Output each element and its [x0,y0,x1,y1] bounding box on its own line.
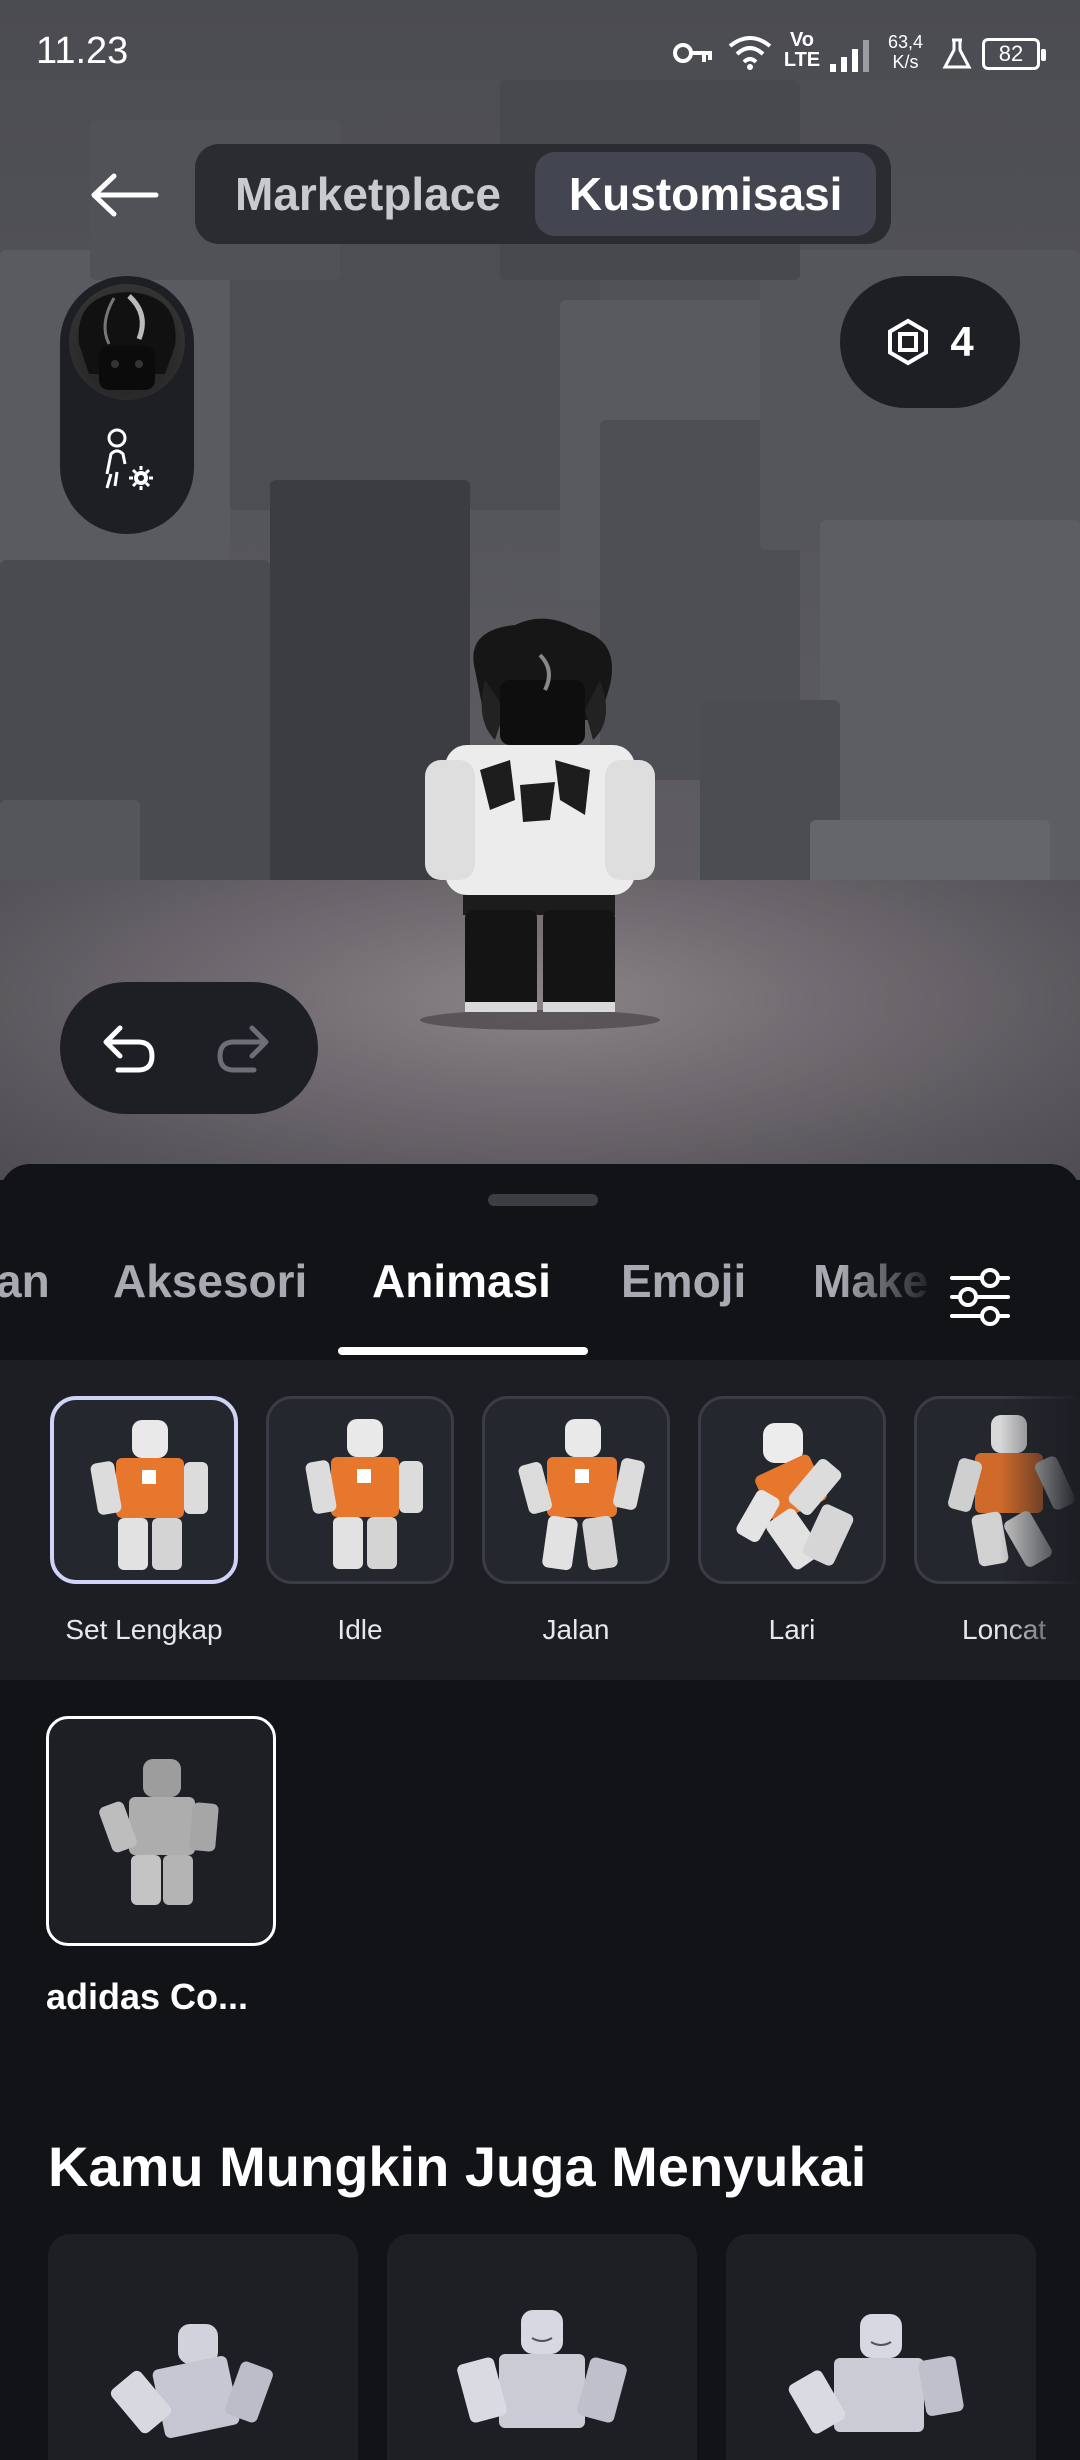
tab-kustomisasi[interactable]: Kustomisasi [534,152,877,236]
active-tab-indicator [338,1347,588,1355]
undo-redo-control [60,982,318,1114]
animation-label: Set Lengkap [65,1614,223,1645]
wifi-icon [728,36,772,70]
animation-item[interactable]: Idle [266,1396,454,1646]
animation-item[interactable]: Jalan [482,1396,670,1646]
recommendation-card[interactable] [387,2234,697,2460]
animation-label: Jalan [542,1614,610,1645]
sliders-icon [950,1268,1010,1326]
animation-figure [90,1420,208,1570]
back-button[interactable] [80,160,170,230]
robux-balance[interactable]: 4 [840,276,1020,408]
animation-figure [305,1419,423,1569]
owned-animation-item[interactable]: adidas Co... [46,1716,276,2018]
network-type: Vo LTE [783,29,821,71]
arrow-left-icon [91,173,159,217]
recommendation-figure [788,2314,964,2434]
animation-figure [736,1423,854,1570]
status-time: 11.23 [36,30,129,72]
animation-row: Set Lengkap Idle Jalan Lari [0,1360,1080,1680]
speed-unit: K/s [892,52,919,72]
redo-icon[interactable] [210,1016,278,1080]
filter-button[interactable] [940,1262,1020,1332]
speed-value: 63,4 [888,32,924,52]
robux-icon [888,318,929,366]
undo-icon[interactable] [94,1016,162,1080]
avatar-headshot-image [78,292,176,390]
avatar-headshot[interactable] [69,284,185,400]
animation-thumbnail [50,1396,238,1584]
owned-item-thumbnail [46,1716,276,1946]
tab-emoji[interactable]: Emoji [621,1254,746,1308]
owned-item-name: adidas Co... [46,1976,249,2017]
animation-label: Lari [768,1614,816,1645]
flask-icon [942,38,972,69]
tab-aksesori[interactable]: Aksesori [113,1254,307,1308]
battery-indicator: 82 [982,38,1046,70]
tab-fade [840,1250,940,1340]
avatar-pill [60,276,194,534]
tab-category-partial[interactable]: an [0,1254,50,1308]
signal-icon [830,40,869,72]
avatar-settings-icon[interactable] [97,426,157,496]
recommendation-card[interactable] [48,2234,358,2460]
avatar-character [420,618,660,1030]
top-tab-switch: Marketplace Kustomisasi [195,144,891,244]
row-fade [1000,1360,1080,1680]
recommendation-card[interactable] [726,2234,1036,2460]
animation-thumbnail [266,1396,454,1584]
animation-figure [518,1419,645,1571]
animation-thumbnail [482,1396,670,1584]
network-speed: 63,4 K/s [888,32,923,72]
recommendation-figure [110,2324,273,2439]
animation-item[interactable]: Lari [698,1396,886,1646]
animation-label: Idle [337,1614,383,1645]
sheet-drag-handle[interactable] [488,1194,598,1206]
vpn-key-icon [673,43,712,63]
animation-thumbnail [698,1396,886,1584]
status-bar: 11.23 Vo LTE 63,4 K/s 82 [0,0,1080,110]
robux-count: 4 [950,318,974,365]
tab-marketplace[interactable]: Marketplace [201,152,535,236]
recommendations-heading: Kamu Mungkin Juga Menyukai [48,2135,867,2198]
tab-animasi[interactable]: Animasi [372,1254,551,1308]
recommendation-figure [457,2310,627,2428]
animation-item[interactable]: Set Lengkap [50,1396,238,1646]
owned-item-figure [99,1759,219,1905]
